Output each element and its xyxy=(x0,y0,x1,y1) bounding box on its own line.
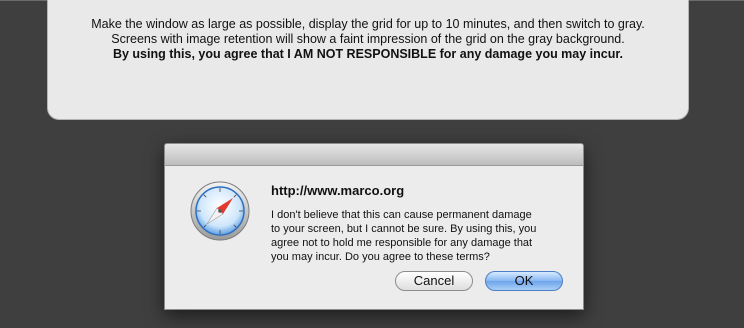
dialog-message-line: agree not to hold me responsible for any… xyxy=(271,237,533,249)
instructions-line-1: Make the window as large as possible, di… xyxy=(91,17,645,31)
dialog-message-line: to your screen, but I cannot be sure. By… xyxy=(271,223,537,235)
instructions-text: Make the window as large as possible, di… xyxy=(48,17,688,62)
disclaimer-line: By using this, you agree that I AM NOT R… xyxy=(112,47,624,61)
dialog-titlebar xyxy=(165,144,583,166)
dialog-title: http://www.marco.org xyxy=(271,183,405,198)
top-edge-right xyxy=(688,0,744,1)
safari-compass-icon xyxy=(190,181,250,241)
cancel-button[interactable]: Cancel xyxy=(395,271,473,291)
instructions-line-2: Screens with image retention will show a… xyxy=(111,32,625,46)
instructions-panel: Make the window as large as possible, di… xyxy=(47,0,689,120)
dialog-message: I don't believe that this can cause perm… xyxy=(271,208,571,264)
ok-button[interactable]: OK xyxy=(485,271,563,291)
dialog-message-line: you may incur. Do you agree to these ter… xyxy=(271,251,490,263)
dialog-message-line: I don't believe that this can cause perm… xyxy=(271,209,532,221)
confirm-dialog: http://www.marco.org I don't believe tha… xyxy=(164,143,584,310)
